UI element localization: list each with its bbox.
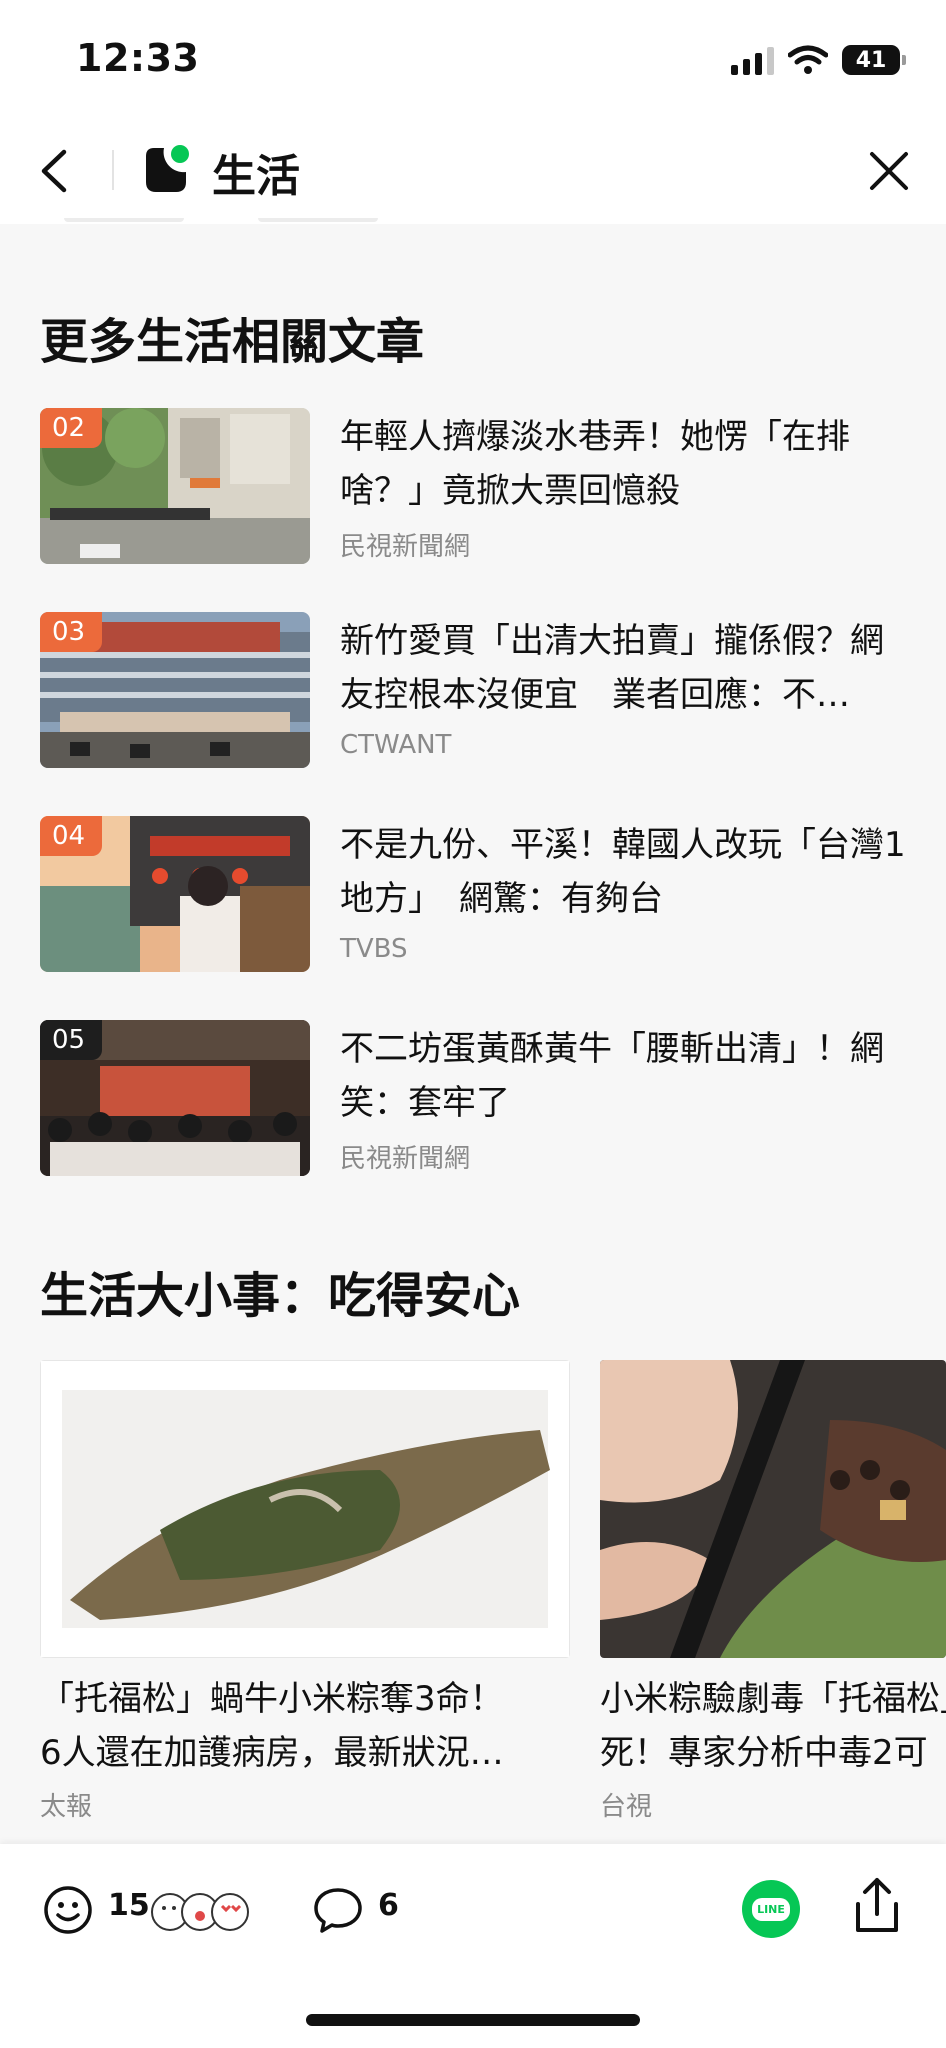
card-title-line1: 小米粽驗劇毒「托福松」 <box>600 1679 946 1719</box>
life-section-heading: 生活大小事：吃得安心 <box>40 1268 521 1324</box>
reaction-stickers-icon <box>151 1893 249 1931</box>
card-title-line1: 「托福松」蝸牛小米粽奪3命！ <box>40 1679 504 1719</box>
share-icon[interactable] <box>850 1876 904 1936</box>
comment-count[interactable]: 6 <box>378 1888 399 1923</box>
article-title: 新竹愛買「出清大拍賣」攏係假？網友控根本沒便宜 業者回應：不… <box>340 621 884 715</box>
article-source: CTWANT <box>340 730 452 760</box>
wifi-icon <box>788 45 828 74</box>
article-source: 民視新聞網 <box>340 1144 471 1174</box>
news-card[interactable]: 「托福松」蝸牛小米粽奪3命！ 6人還在加護病房，最新狀況… 太報 <box>40 1360 570 1823</box>
rank-badge: 05 <box>40 1020 102 1060</box>
card-source: 太報 <box>40 1792 93 1822</box>
article-thumbnail: 03 <box>40 612 310 768</box>
article-item[interactable]: 05 不二坊蛋黃酥黃牛「腰斬出清」！網笑：套牢了 民視新聞網 <box>40 1020 906 1178</box>
comment-icon[interactable] <box>312 1884 364 1936</box>
card-title-line2: 6人還在加護病房，最新狀況… <box>40 1733 504 1773</box>
article-source: 民視新聞網 <box>340 532 471 562</box>
article-thumbnail: 05 <box>40 1020 310 1176</box>
smiley-icon[interactable] <box>42 1884 94 1936</box>
chevron-left-icon[interactable] <box>32 146 82 196</box>
reaction-count[interactable]: 15 <box>108 1888 150 1923</box>
close-icon[interactable] <box>864 146 914 196</box>
article-item[interactable]: 04 不是九份、平溪！韓國人改玩「台灣1地方」 網驚：有夠台 TVBS <box>40 816 906 974</box>
more-articles-heading: 更多生活相關文章 <box>40 314 425 370</box>
home-indicator <box>306 2014 640 2026</box>
page-title: 生活 <box>212 151 300 202</box>
article-thumbnail: 04 <box>40 816 310 972</box>
battery-icon: 41 <box>842 45 906 75</box>
status-time: 12:33 <box>76 36 200 80</box>
tab-strip-remnant <box>0 218 946 224</box>
article-title: 年輕人擠爆淡水巷弄！她愣「在排啥？」竟掀大票回憶殺 <box>340 417 850 511</box>
line-share-button[interactable]: LINE <box>742 1880 800 1938</box>
card-image <box>600 1360 946 1658</box>
rank-badge: 03 <box>40 612 102 652</box>
article-item[interactable]: 03 新竹愛買「出清大拍賣」攏係假？網友控根本沒便宜 業者回應：不… CTWAN… <box>40 612 906 770</box>
article-thumbnail: 02 <box>40 408 310 564</box>
today-logo-icon <box>146 145 189 192</box>
nav-bar: 生活 <box>0 118 946 224</box>
article-title: 不是九份、平溪！韓國人改玩「台灣1地方」 網驚：有夠台 <box>340 825 906 919</box>
status-bar: 12:33 41 <box>0 0 946 118</box>
status-icons: 41 <box>731 42 906 78</box>
article-source: TVBS <box>340 934 408 964</box>
battery-level: 41 <box>855 47 887 73</box>
news-card[interactable]: 小米粽驗劇毒「托福松」 死！專家分析中毒2可 台視 <box>600 1360 946 1823</box>
card-source: 台視 <box>600 1792 653 1822</box>
card-title-line2: 死！專家分析中毒2可 <box>600 1733 928 1773</box>
nav-divider <box>112 150 114 190</box>
rank-badge: 02 <box>40 408 102 448</box>
cellular-signal-icon <box>731 45 774 75</box>
article-item[interactable]: 02 年輕人擠爆淡水巷弄！她愣「在排啥？」竟掀大票回憶殺 民視新聞網 <box>40 408 906 566</box>
line-label: LINE <box>752 1897 790 1921</box>
article-title: 不二坊蛋黃酥黃牛「腰斬出清」！網笑：套牢了 <box>340 1029 884 1123</box>
card-image <box>40 1360 570 1658</box>
rank-badge: 04 <box>40 816 102 856</box>
